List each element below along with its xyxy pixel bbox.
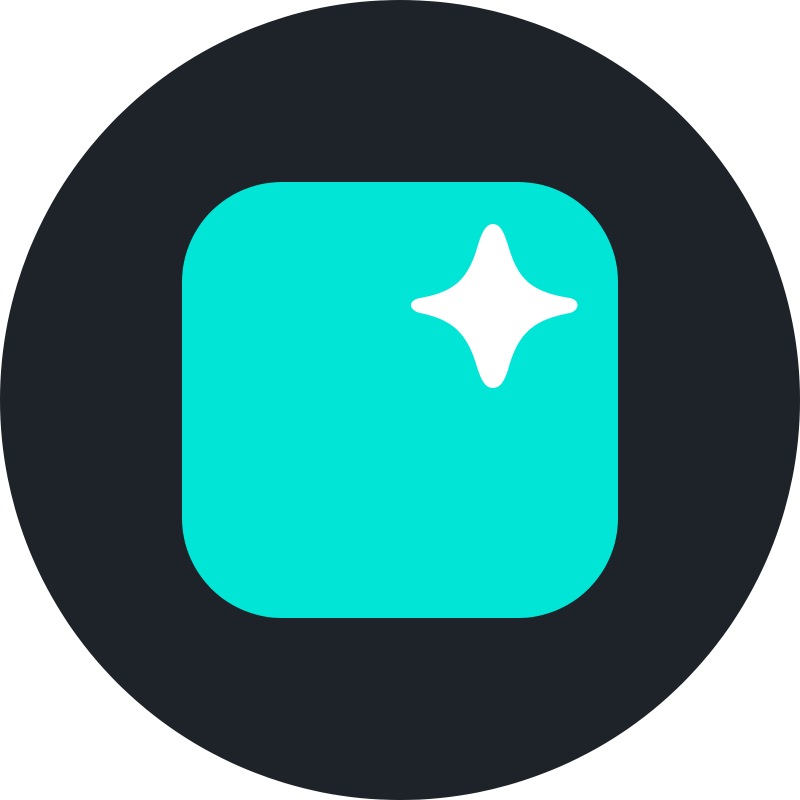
app-logo (0, 0, 800, 800)
logo-graphic (0, 0, 800, 800)
rounded-square-tile (182, 182, 618, 618)
